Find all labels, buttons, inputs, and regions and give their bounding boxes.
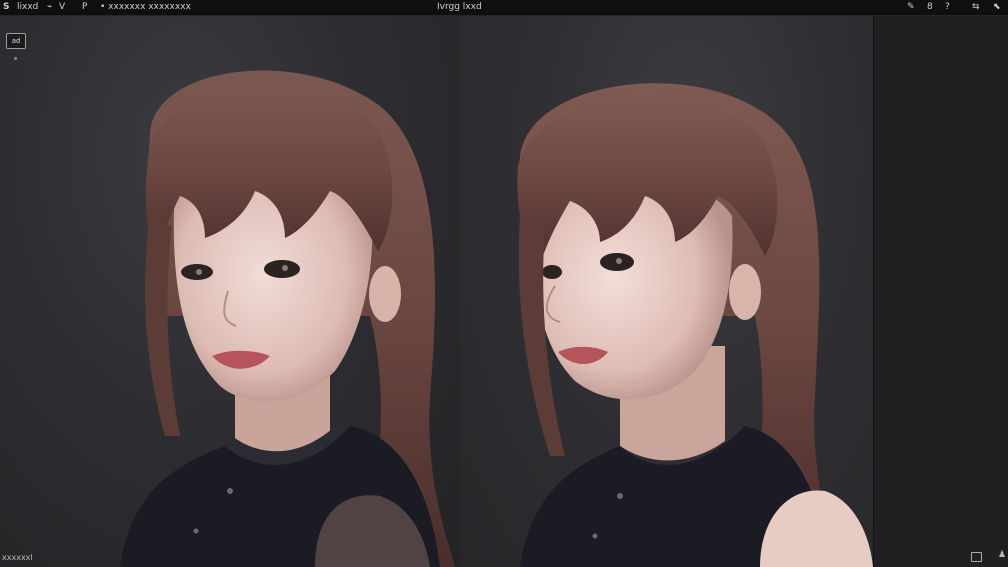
image-canvas[interactable]: ad bbox=[0, 16, 873, 567]
menu-item-view[interactable]: V bbox=[59, 0, 65, 15]
portrait-right bbox=[460, 16, 873, 567]
cursor-icon[interactable]: ⬉ bbox=[993, 0, 1001, 15]
brush-icon[interactable]: ⌁ bbox=[47, 0, 52, 15]
portrait-right-image bbox=[517, 83, 873, 567]
project-name: • xxxxxxx xxxxxxxx bbox=[100, 2, 191, 12]
right-dock-panel bbox=[873, 16, 1008, 567]
status-text: xxxxxxl bbox=[2, 553, 33, 562]
tool-indicator-dot bbox=[14, 57, 17, 60]
portrait-left bbox=[0, 16, 460, 567]
portrait-left-image bbox=[120, 70, 455, 567]
crop-tool-button[interactable]: ad bbox=[6, 33, 26, 49]
fullscreen-icon[interactable] bbox=[971, 552, 982, 562]
app-logo-icon[interactable]: S bbox=[3, 0, 9, 15]
layers-icon[interactable]: 8 bbox=[927, 0, 933, 15]
top-bar: S lixxd ⌁ V P • xxxxxxx xxxxxxxx Ivrgg l… bbox=[0, 0, 1008, 16]
share-icon[interactable]: ⇆ bbox=[972, 0, 980, 15]
pen-icon[interactable]: ✎ bbox=[907, 0, 915, 15]
help-icon[interactable]: ? bbox=[945, 0, 950, 15]
menu-item-file[interactable]: lixxd bbox=[17, 0, 38, 15]
user-icon[interactable]: ♟ bbox=[998, 549, 1006, 560]
window-title: Ivrgg lxxd bbox=[437, 2, 482, 12]
menu-item-p[interactable]: P bbox=[82, 0, 87, 15]
